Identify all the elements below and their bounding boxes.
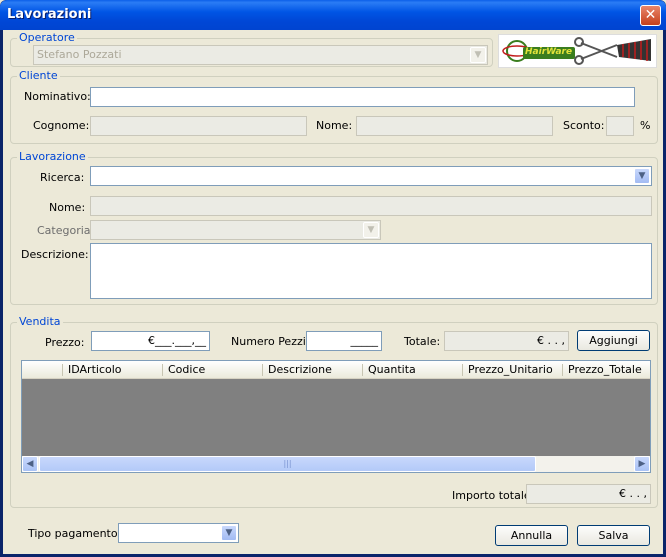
vendita-legend: Vendita bbox=[17, 315, 63, 328]
importo-totale-field: € . . , bbox=[526, 484, 651, 504]
chevron-down-icon[interactable]: ▼ bbox=[634, 168, 650, 184]
window-title: Lavorazioni bbox=[7, 7, 92, 22]
salva-button[interactable]: Salva bbox=[577, 525, 650, 546]
nome-cliente-field bbox=[356, 116, 553, 136]
horizontal-scrollbar[interactable]: ◀ ||| ▶ bbox=[22, 456, 650, 472]
cognome-field bbox=[90, 116, 307, 136]
column-separator bbox=[562, 364, 563, 376]
ricerca-combo[interactable]: ▼ bbox=[90, 166, 652, 186]
cliente-legend: Cliente bbox=[17, 69, 60, 82]
percent-label: % bbox=[640, 119, 651, 132]
numero-pezzi-input[interactable]: _____ bbox=[306, 331, 382, 351]
sconto-field bbox=[606, 116, 634, 136]
importo-totale-label: Importo totale: bbox=[452, 489, 535, 502]
column-separator bbox=[262, 364, 263, 376]
nominativo-label: Nominativo: bbox=[24, 90, 91, 103]
window-client-area: Operatore Stefano Pozzati ▼ HairWare Cli bbox=[3, 30, 663, 554]
operatore-value: Stefano Pozzati bbox=[37, 48, 122, 61]
descrizione-label: Descrizione: bbox=[21, 248, 89, 261]
nome-lavorazione-field bbox=[90, 196, 652, 216]
close-button[interactable]: ✕ bbox=[640, 5, 661, 26]
lavorazione-legend: Lavorazione bbox=[17, 150, 88, 163]
prezzo-label: Prezzo: bbox=[45, 336, 85, 349]
chevron-down-icon: ▼ bbox=[470, 47, 486, 63]
chevron-down-icon[interactable]: ▼ bbox=[221, 525, 237, 541]
column-separator bbox=[62, 364, 63, 376]
nome-lavorazione-label: Nome: bbox=[49, 201, 86, 214]
totale-field: € . . , bbox=[444, 331, 569, 351]
operatore-select[interactable]: Stefano Pozzati ▼ bbox=[33, 45, 488, 65]
column-header-prezzo-unitario[interactable]: Prezzo_Unitario bbox=[468, 363, 553, 376]
aggiungi-button[interactable]: Aggiungi bbox=[577, 330, 650, 351]
operatore-group: Operatore Stefano Pozzati ▼ bbox=[10, 31, 493, 67]
chevron-down-icon: ▼ bbox=[363, 222, 379, 238]
nominativo-input[interactable] bbox=[90, 87, 635, 107]
annulla-button[interactable]: Annulla bbox=[495, 525, 568, 546]
logo-text: HairWare bbox=[525, 47, 573, 57]
column-separator bbox=[462, 364, 463, 376]
grid-header: IDArticolo Codice Descrizione Quantita P… bbox=[22, 361, 650, 379]
ricerca-label: Ricerca: bbox=[40, 171, 85, 184]
lavorazioni-window: Lavorazioni ✕ Operatore Stefano Pozzati … bbox=[0, 0, 666, 557]
scrollbar-thumb[interactable]: ||| bbox=[39, 456, 536, 472]
sconto-label: Sconto: bbox=[563, 119, 605, 132]
column-header-codice[interactable]: Codice bbox=[168, 363, 205, 376]
categoria-label: Categoria: bbox=[37, 224, 95, 237]
title-bar: Lavorazioni ✕ bbox=[0, 0, 666, 30]
tipo-pagamento-select[interactable]: ▼ bbox=[118, 523, 239, 543]
descrizione-textarea[interactable] bbox=[90, 243, 652, 299]
nome-cliente-label: Nome: bbox=[316, 119, 353, 132]
totale-label: Totale: bbox=[404, 335, 441, 348]
column-header-quantita[interactable]: Quantita bbox=[368, 363, 416, 376]
scroll-left-icon[interactable]: ◀ bbox=[22, 456, 38, 472]
column-separator bbox=[362, 364, 363, 376]
cognome-label: Cognome: bbox=[33, 119, 90, 132]
numero-pezzi-label: Numero Pezzi: bbox=[231, 335, 310, 348]
scroll-right-icon[interactable]: ▶ bbox=[634, 456, 650, 472]
logo-graphic bbox=[502, 37, 651, 65]
categoria-select[interactable]: ▼ bbox=[90, 220, 381, 240]
column-header-prezzo-totale[interactable]: Prezzo_Totale bbox=[568, 363, 642, 376]
column-header-idarticolo[interactable]: IDArticolo bbox=[68, 363, 122, 376]
tipo-pagamento-label: Tipo pagamento: bbox=[28, 527, 122, 540]
hairware-logo: HairWare bbox=[498, 34, 657, 68]
operatore-legend: Operatore bbox=[17, 31, 77, 44]
column-header-descrizione[interactable]: Descrizione bbox=[268, 363, 332, 376]
prezzo-input[interactable]: €___.___,__ bbox=[91, 331, 210, 351]
articoli-grid[interactable]: IDArticolo Codice Descrizione Quantita P… bbox=[21, 360, 651, 473]
column-separator bbox=[162, 364, 163, 376]
